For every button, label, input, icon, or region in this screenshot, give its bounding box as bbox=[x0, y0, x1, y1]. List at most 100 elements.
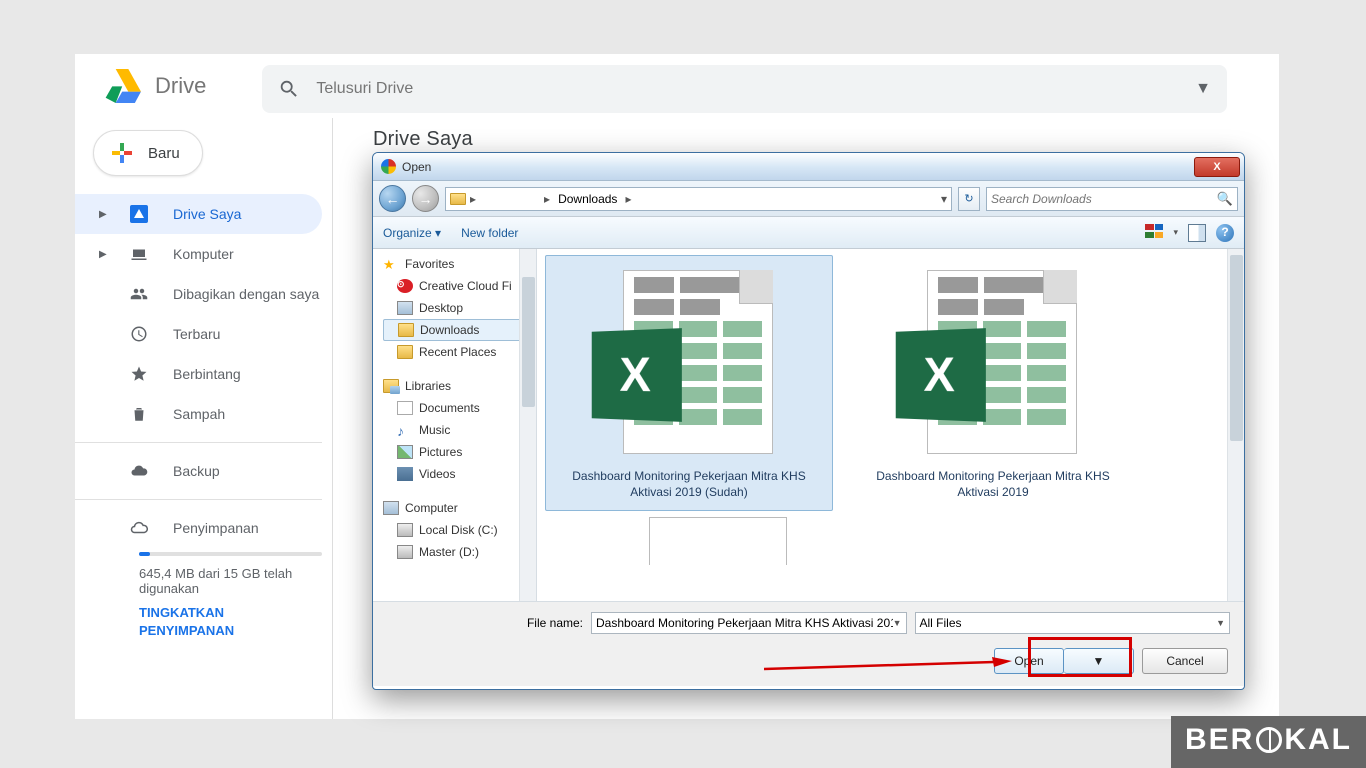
dialog-toolbar: Organize ▾ New folder ▾ ? bbox=[373, 217, 1244, 249]
search-bar[interactable]: ▼ bbox=[262, 65, 1227, 113]
tree-videos[interactable]: Videos bbox=[383, 463, 536, 485]
chevron-icon: ▶ bbox=[99, 209, 105, 220]
nav-komputer[interactable]: ▶ Komputer bbox=[75, 234, 332, 274]
nav-drive-saya[interactable]: ▶ Drive Saya bbox=[75, 194, 322, 234]
file-label: Dashboard Monitoring Pekerjaan Mitra KHS… bbox=[856, 468, 1130, 500]
drive-logo: Drive bbox=[103, 69, 206, 103]
app-name: Drive bbox=[155, 73, 206, 99]
dropdown-icon[interactable]: ▾ bbox=[941, 192, 947, 206]
excel-icon: X bbox=[589, 262, 789, 462]
chevron-right-icon: ▸ bbox=[470, 192, 476, 206]
back-button[interactable]: ← bbox=[379, 185, 406, 212]
filename-combo[interactable]: ▼ bbox=[591, 612, 907, 634]
cloud-outline-icon bbox=[130, 519, 148, 537]
desktop-icon bbox=[397, 301, 413, 315]
videos-icon bbox=[397, 467, 413, 481]
nav-backup[interactable]: Backup bbox=[75, 451, 332, 491]
tree-favorites[interactable]: ★Favorites bbox=[383, 253, 536, 275]
help-icon[interactable]: ? bbox=[1216, 224, 1234, 242]
tree-music[interactable]: ♪Music bbox=[383, 419, 536, 441]
file-label: Dashboard Monitoring Pekerjaan Mitra KHS… bbox=[552, 468, 826, 500]
scrollbar[interactable] bbox=[519, 249, 536, 601]
chevron-right-icon: ▸ bbox=[625, 192, 631, 206]
tree-local-disk-c[interactable]: Local Disk (C:) bbox=[383, 519, 536, 541]
file-item-partial[interactable] bbox=[639, 517, 799, 565]
address-bar[interactable]: ▸ ▸ Downloads ▸ ▾ bbox=[445, 187, 952, 211]
excel-icon: X bbox=[893, 262, 1093, 462]
organize-menu[interactable]: Organize ▾ bbox=[383, 226, 441, 240]
scrollbar[interactable] bbox=[1227, 249, 1244, 601]
nav-storage[interactable]: Penyimpanan bbox=[75, 508, 332, 548]
trash-icon bbox=[130, 405, 148, 423]
shared-icon bbox=[130, 285, 148, 303]
refresh-button[interactable]: ↻ bbox=[958, 187, 980, 211]
chrome-icon bbox=[381, 159, 396, 174]
folder-tree[interactable]: ★Favorites ⊙Creative Cloud Fi Desktop Do… bbox=[373, 249, 537, 601]
file-icon bbox=[397, 401, 413, 415]
chevron-right-icon: ▸ bbox=[544, 192, 550, 206]
folder-icon bbox=[450, 193, 466, 205]
folder-icon bbox=[397, 345, 413, 359]
annotation-arrow bbox=[764, 657, 1012, 675]
sidebar: Baru ▶ Drive Saya ▶ Komputer Dibagikan d… bbox=[75, 118, 333, 719]
chevron-icon: ▶ bbox=[99, 249, 105, 260]
upgrade-storage-link[interactable]: TINGKATKAN PENYIMPANAN bbox=[139, 604, 322, 639]
preview-pane-icon[interactable] bbox=[1188, 224, 1206, 242]
tree-creative-cloud[interactable]: ⊙Creative Cloud Fi bbox=[383, 275, 536, 297]
filename-input[interactable] bbox=[596, 616, 893, 630]
dropdown-icon[interactable]: ▼ bbox=[893, 618, 902, 628]
drive-icon bbox=[103, 69, 141, 103]
header: Drive ▼ bbox=[75, 54, 1279, 118]
tree-documents[interactable]: Documents bbox=[383, 397, 536, 419]
dialog-titlebar[interactable]: Open X bbox=[373, 153, 1244, 181]
filetype-combo[interactable]: All Files ▼ bbox=[915, 612, 1231, 634]
tree-libraries[interactable]: Libraries bbox=[383, 375, 536, 397]
tree-recent-places[interactable]: Recent Places bbox=[383, 341, 536, 363]
new-folder-button[interactable]: New folder bbox=[461, 226, 518, 240]
creative-cloud-icon: ⊙ bbox=[397, 279, 413, 293]
close-button[interactable]: X bbox=[1194, 157, 1240, 177]
tree-master-d[interactable]: Master (D:) bbox=[383, 541, 536, 563]
dialog-title: Open bbox=[402, 160, 1194, 174]
filename-label: File name: bbox=[387, 616, 583, 630]
file-item-1[interactable]: X Dashboard Monitoring Pekerjaan Mitra K… bbox=[545, 255, 833, 511]
tree-pictures[interactable]: Pictures bbox=[383, 441, 536, 463]
tree-desktop[interactable]: Desktop bbox=[383, 297, 536, 319]
nav-list: ▶ Drive Saya ▶ Komputer Dibagikan dengan… bbox=[75, 194, 332, 434]
nav-trash[interactable]: Sampah bbox=[75, 394, 332, 434]
folder-search-input[interactable] bbox=[991, 192, 1217, 206]
view-mode-dropdown[interactable]: ▾ bbox=[1173, 227, 1178, 238]
tree-downloads[interactable]: Downloads bbox=[383, 319, 532, 341]
drive-icon bbox=[397, 545, 413, 559]
search-icon: 🔍 bbox=[1217, 191, 1233, 207]
dialog-body: ★Favorites ⊙Creative Cloud Fi Desktop Do… bbox=[373, 249, 1244, 601]
computer-icon bbox=[383, 501, 399, 515]
open-dialog: Open X ← → ▸ ▸ Downloads ▸ ▾ ↻ 🔍 Organiz… bbox=[372, 152, 1245, 690]
storage-bar bbox=[139, 552, 322, 556]
search-options-icon[interactable]: ▼ bbox=[1195, 80, 1211, 98]
nav-starred[interactable]: Berbintang bbox=[75, 354, 332, 394]
star-icon: ★ bbox=[383, 257, 399, 271]
file-list[interactable]: X Dashboard Monitoring Pekerjaan Mitra K… bbox=[537, 249, 1244, 601]
cancel-button[interactable]: Cancel bbox=[1142, 648, 1228, 674]
dropdown-icon[interactable]: ▼ bbox=[1216, 618, 1225, 628]
music-icon: ♪ bbox=[397, 423, 413, 437]
breadcrumb[interactable]: Drive Saya bbox=[373, 128, 1259, 151]
folder-search[interactable]: 🔍 bbox=[986, 187, 1238, 211]
new-button[interactable]: Baru bbox=[93, 130, 203, 176]
tree-computer[interactable]: Computer bbox=[383, 497, 536, 519]
watermark: BERKAL bbox=[1171, 716, 1366, 768]
storage-usage: 645,4 MB dari 15 GB telah digunakan bbox=[139, 566, 322, 596]
view-mode-icon[interactable] bbox=[1145, 224, 1163, 242]
nav-shared[interactable]: Dibagikan dengan saya bbox=[75, 274, 332, 314]
drive-icon bbox=[397, 523, 413, 537]
computer-icon bbox=[130, 245, 148, 263]
nav-recent[interactable]: Terbaru bbox=[75, 314, 332, 354]
file-item-2[interactable]: X Dashboard Monitoring Pekerjaan Mitra K… bbox=[849, 255, 1137, 511]
forward-button[interactable]: → bbox=[412, 185, 439, 212]
folder-icon bbox=[398, 323, 414, 337]
libraries-icon bbox=[383, 379, 399, 393]
clock-icon bbox=[130, 325, 148, 343]
search-input[interactable] bbox=[316, 80, 1187, 98]
breadcrumb-downloads[interactable]: Downloads bbox=[554, 192, 621, 206]
